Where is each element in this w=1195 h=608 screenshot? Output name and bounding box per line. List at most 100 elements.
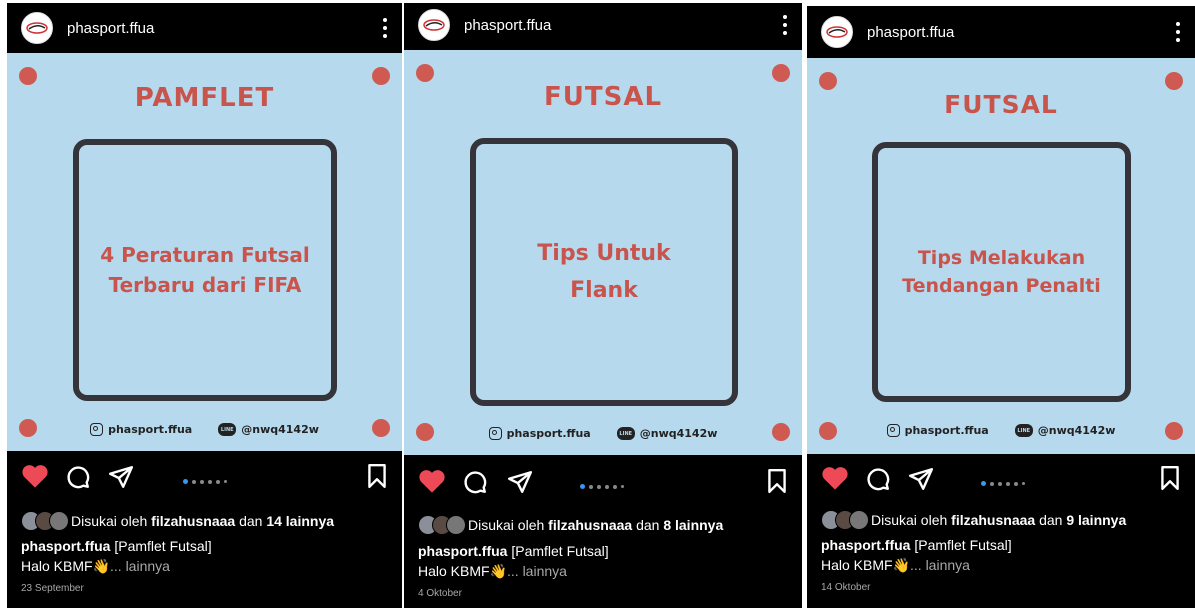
bookmark-icon[interactable] xyxy=(766,468,788,494)
line-handle: @nwq4142w xyxy=(639,427,718,440)
caption-text: [Pamflet Futsal] xyxy=(114,538,212,554)
social-handles: phasport.ffua LINE @nwq4142w xyxy=(7,423,402,436)
liker-name[interactable]: filzahusnaaa xyxy=(548,517,632,533)
bookmark-icon[interactable] xyxy=(1159,465,1181,491)
likes-mid: dan xyxy=(636,517,660,533)
social-handles: phasport.ffua LINE @nwq4142w xyxy=(807,424,1195,437)
logo-icon xyxy=(826,26,848,38)
instagram-icon xyxy=(488,427,502,440)
likes-mid: dan xyxy=(239,513,263,529)
bookmark-icon[interactable] xyxy=(366,463,388,489)
logo-icon xyxy=(423,19,445,31)
post-title: FUTSAL xyxy=(543,82,663,112)
social-handles: phasport.ffua LINE @nwq4142w xyxy=(404,427,802,440)
comment-icon[interactable] xyxy=(462,469,488,495)
wave-emoji: 👋 xyxy=(489,563,508,579)
post-date: 4 Oktober xyxy=(418,588,462,599)
action-bar xyxy=(807,465,1195,505)
post-header: phasport.ffua xyxy=(7,3,402,53)
liker-name[interactable]: filzahusnaaa xyxy=(951,512,1035,528)
caption-line-2: Halo KBMF xyxy=(418,563,490,579)
text-frame: Tips Melakukan Tendangan Penalti xyxy=(872,142,1131,402)
frame-line-2: Tendangan Penalti xyxy=(902,275,1101,297)
likes-summary[interactable]: Disukai oleh filzahusnaaa dan 14 lainnya xyxy=(21,511,334,531)
carousel-indicator xyxy=(183,479,227,484)
logo-icon xyxy=(26,22,48,34)
post-title: PAMFLET xyxy=(134,83,275,113)
caption-username[interactable]: phasport.ffua xyxy=(418,543,507,559)
avatar[interactable] xyxy=(21,12,53,44)
likes-summary[interactable]: Disukai oleh filzahusnaaa dan 8 lainnya xyxy=(418,515,723,535)
wave-emoji: 👋 xyxy=(892,557,911,573)
username[interactable]: phasport.ffua xyxy=(867,24,954,41)
heart-icon[interactable] xyxy=(21,463,49,489)
caption-line-2: Halo KBMF xyxy=(821,557,893,573)
more-link[interactable]: ... lainnya xyxy=(110,558,170,574)
heart-icon[interactable] xyxy=(418,468,446,494)
line-handle: @nwq4142w xyxy=(1037,424,1116,437)
likes-count[interactable]: 14 lainnya xyxy=(266,513,334,529)
more-vertical-icon[interactable] xyxy=(1175,22,1181,42)
post-header: phasport.ffua xyxy=(807,6,1195,58)
post-panel-1: phasport.ffua PAMFLET 4 Peraturan Futsal… xyxy=(7,3,402,608)
post-panel-2: phasport.ffua FUTSAL Tips Untuk Flank ph… xyxy=(404,3,802,608)
caption-text: [Pamflet Futsal] xyxy=(914,537,1012,553)
likes-mid: dan xyxy=(1039,512,1063,528)
frame-line-1: 4 Peraturan Futsal xyxy=(100,243,310,267)
likes-summary[interactable]: Disukai oleh filzahusnaaa dan 9 lainnya xyxy=(821,510,1126,530)
frame-line-2: Flank xyxy=(570,278,638,303)
send-icon[interactable] xyxy=(507,469,533,495)
decor-dot xyxy=(772,64,790,82)
caption: phasport.ffua [Pamflet Futsal] Halo KBMF… xyxy=(21,536,212,576)
more-vertical-icon[interactable] xyxy=(782,15,788,35)
line-app-icon: LINE xyxy=(218,423,237,436)
likes-count[interactable]: 9 lainnya xyxy=(1066,512,1126,528)
more-link[interactable]: ... lainnya xyxy=(910,557,970,573)
post-image[interactable]: PAMFLET 4 Peraturan Futsal Terbaru dari … xyxy=(7,53,402,451)
caption: phasport.ffua [Pamflet Futsal] Halo KBMF… xyxy=(821,535,1012,575)
post-title: FUTSAL xyxy=(944,90,1058,119)
instagram-icon xyxy=(886,424,900,437)
caption-text: [Pamflet Futsal] xyxy=(511,543,609,559)
frame-line-1: Tips Melakukan xyxy=(917,246,1086,269)
likes-count[interactable]: 8 lainnya xyxy=(663,517,723,533)
more-vertical-icon[interactable] xyxy=(382,18,388,38)
action-bar xyxy=(404,468,802,508)
more-link[interactable]: ... lainnya xyxy=(507,563,567,579)
caption-username[interactable]: phasport.ffua xyxy=(21,538,110,554)
likes-prefix: Disukai oleh xyxy=(468,517,545,533)
liker-name[interactable]: filzahusnaaa xyxy=(151,513,235,529)
post-date: 23 September xyxy=(21,583,84,594)
instagram-handle: phasport.ffua xyxy=(904,424,989,437)
frame-line-1: Tips Untuk xyxy=(537,240,671,266)
liker-avatars xyxy=(418,515,466,535)
line-app-icon: LINE xyxy=(1014,424,1033,437)
send-icon[interactable] xyxy=(108,464,134,490)
caption: phasport.ffua [Pamflet Futsal] Halo KBMF… xyxy=(418,541,609,581)
instagram-handle: phasport.ffua xyxy=(506,427,591,440)
line-app-icon: LINE xyxy=(616,427,635,440)
username[interactable]: phasport.ffua xyxy=(464,17,551,34)
likes-prefix: Disukai oleh xyxy=(871,512,948,528)
caption-line-2: Halo KBMF xyxy=(21,558,93,574)
decor-dot xyxy=(416,64,434,82)
post-header: phasport.ffua xyxy=(404,3,802,47)
action-bar xyxy=(7,463,402,503)
send-icon[interactable] xyxy=(908,466,934,492)
post-image[interactable]: FUTSAL Tips Untuk Flank phasport.ffua LI… xyxy=(404,50,802,455)
carousel-indicator xyxy=(580,484,624,489)
comment-icon[interactable] xyxy=(865,466,891,492)
username[interactable]: phasport.ffua xyxy=(67,20,154,37)
avatar[interactable] xyxy=(821,16,853,48)
heart-icon[interactable] xyxy=(821,465,849,491)
post-date: 14 Oktober xyxy=(821,582,871,593)
wave-emoji: 👋 xyxy=(92,558,111,574)
post-image[interactable]: FUTSAL Tips Melakukan Tendangan Penalti … xyxy=(807,58,1195,454)
avatar[interactable] xyxy=(418,9,450,41)
text-frame: Tips Untuk Flank xyxy=(470,138,738,406)
liker-avatars xyxy=(21,511,69,531)
caption-username[interactable]: phasport.ffua xyxy=(821,537,910,553)
comment-icon[interactable] xyxy=(65,464,91,490)
post-panel-3: phasport.ffua FUTSAL Tips Melakukan Tend… xyxy=(807,6,1195,608)
decor-dot xyxy=(819,72,837,90)
